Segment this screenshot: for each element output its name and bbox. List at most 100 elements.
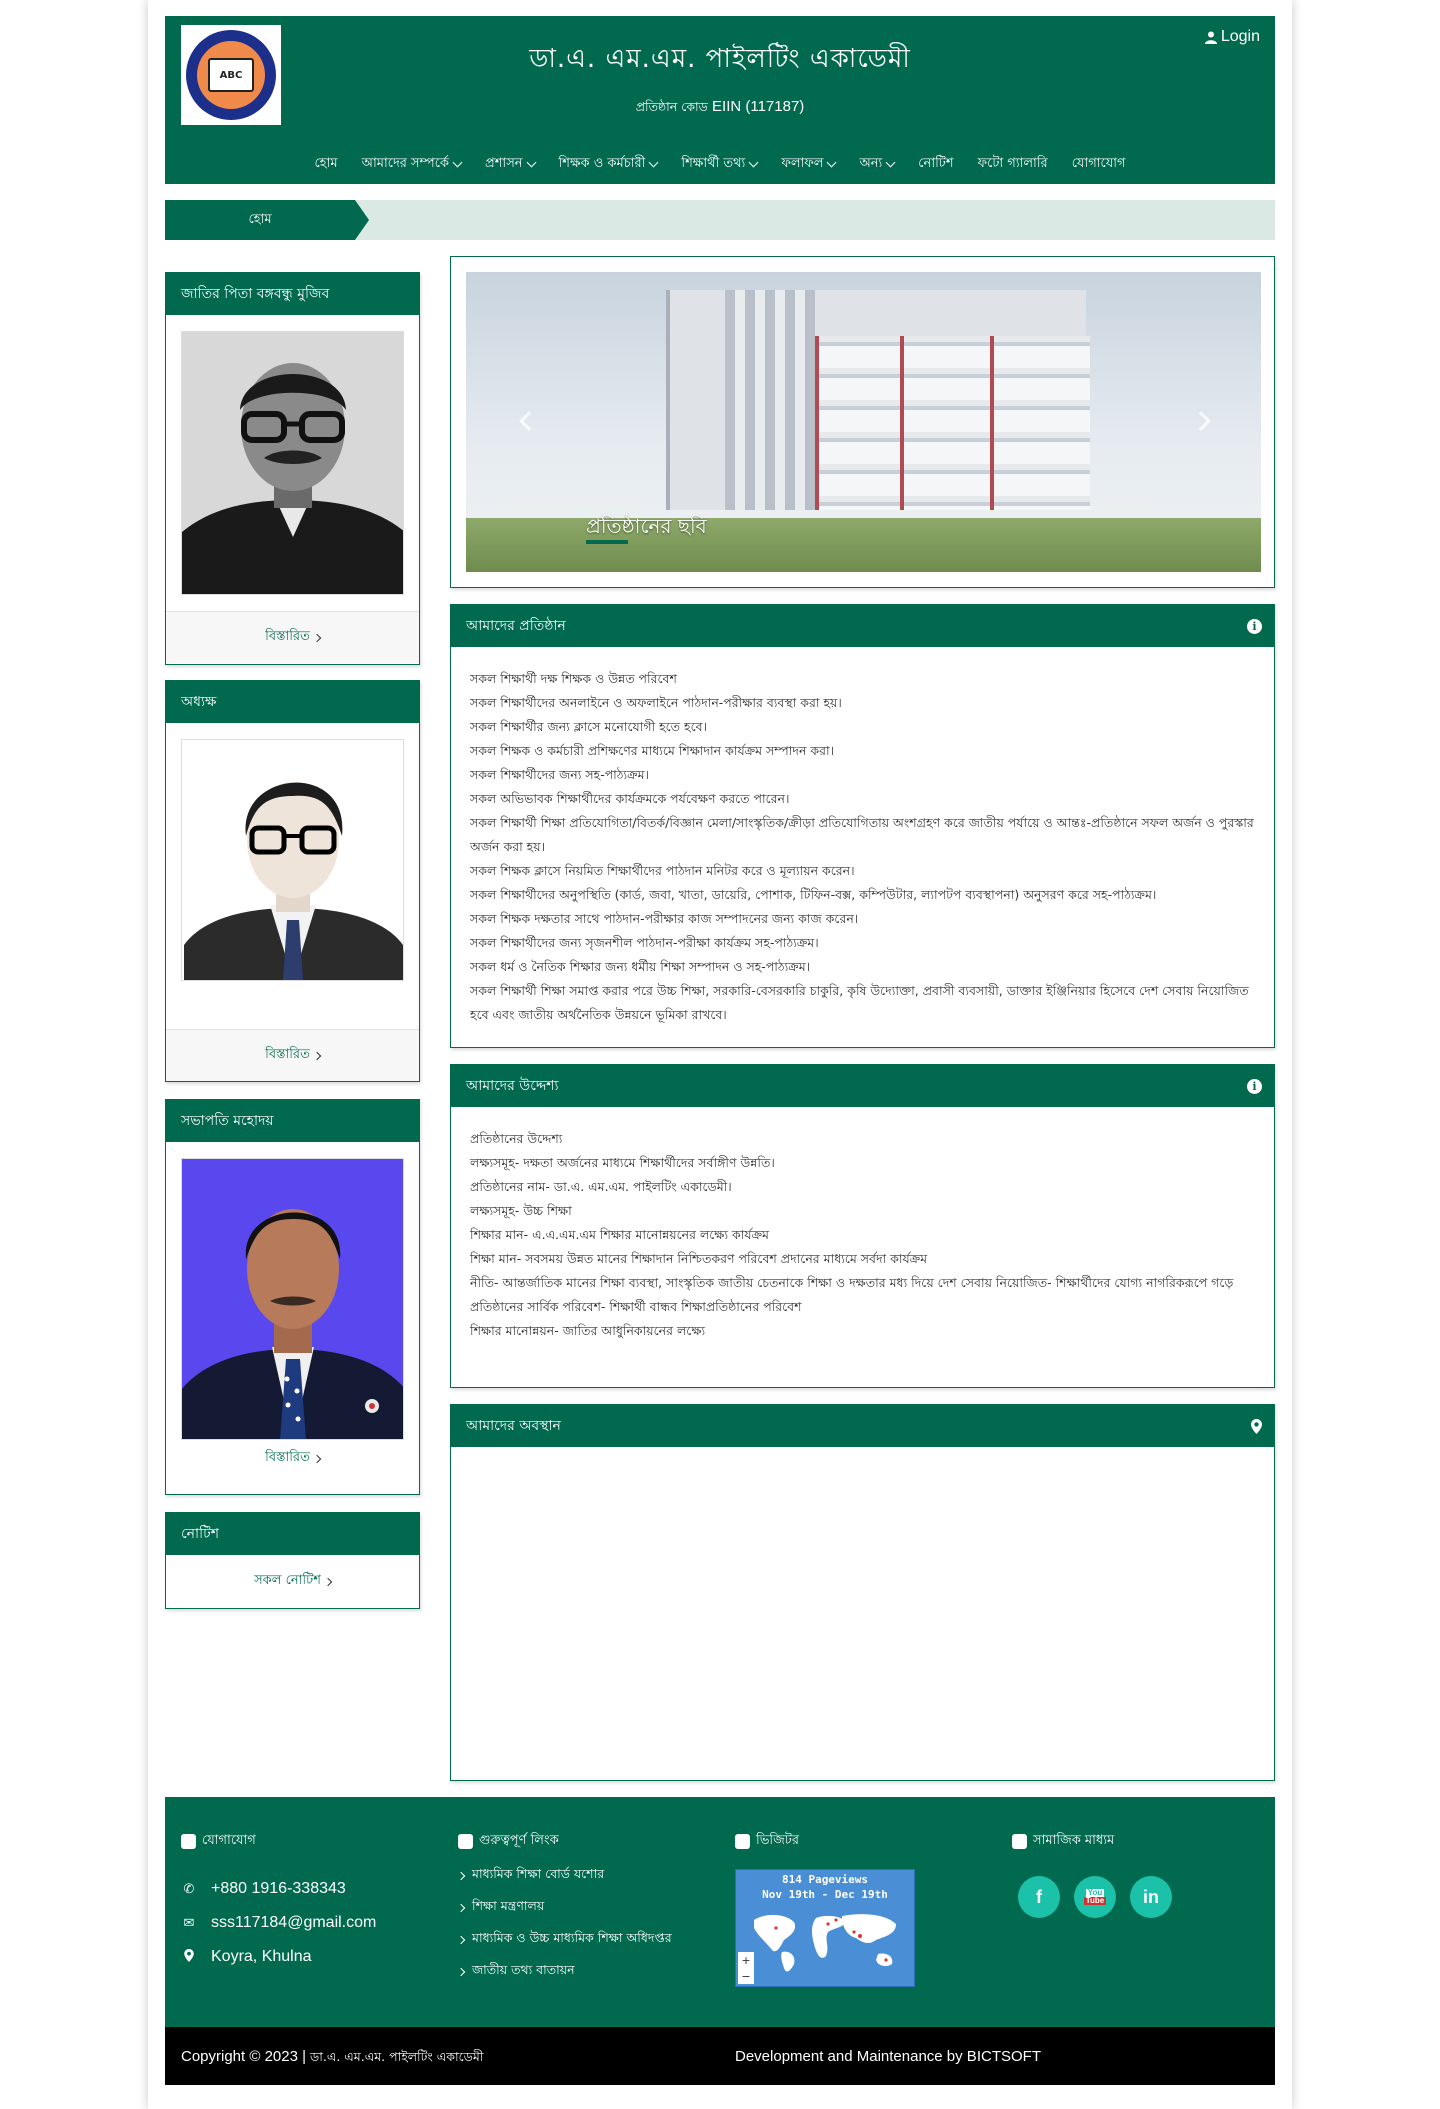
list-item: সকল শিক্ষার্থী শিক্ষা সমাপ্ত করার পরে উচ… (470, 983, 1249, 1022)
notice-box: নোটিশ সকল নোটিশ (165, 1512, 420, 1609)
objective-box: আমাদের উদ্দেশ্য i প্রতিষ্ঠানের উদ্দেশ্য ল… (450, 1064, 1275, 1388)
footer-link-2[interactable]: মাধ্যমিক ও উচ্চ মাধ্যমিক শিক্ষা অধিদপ্তর (456, 1930, 672, 1950)
location-box: আমাদের অবস্থান (450, 1404, 1275, 1781)
contact-title: যোগাযোগ (202, 1833, 256, 1848)
pageviews-range: Nov 19th - Dec 19th (762, 1888, 888, 1901)
checkbox-icon (1012, 1834, 1027, 1849)
all-notices-link[interactable]: সকল নোটিশ (254, 1571, 333, 1592)
nav-item-7[interactable]: নোটিশ (918, 154, 953, 175)
list-item: সকল শিক্ষার্থীর জন্য ক্লাসে মনোযোগী হতে … (470, 719, 708, 734)
list-item: শিক্ষার মানোন্নয়ন- জাতির আধুনিকায়নের ল… (470, 1323, 706, 1338)
code-label: প্রতিষ্ঠান কোড (635, 99, 708, 114)
list-item: প্রতিষ্ঠানের সার্বিক পরিবেশ- শিক্ষার্থী … (470, 1299, 802, 1314)
chevron-right-icon (312, 1454, 322, 1463)
notice-more-row: সকল নোটিশ (166, 1571, 419, 1592)
list-item: লক্ষ্যসমূহ- দক্ষতা অর্জনের মাধ্যমে শিক্ষ… (470, 1155, 775, 1170)
youtube-icon[interactable]: You Tube (1074, 1876, 1116, 1918)
nav-item-4[interactable]: শিক্ষার্থী তথ্য (681, 154, 759, 175)
principal-more-row: বিস্তারিত (166, 1029, 419, 1081)
list-item: সকল অভিভাবক শিক্ষার্থীদের কার্যক্রমকে পর… (470, 791, 790, 806)
objective-header: আমাদের উদ্দেশ্য i (451, 1065, 1274, 1107)
zoom-out-icon[interactable]: − (741, 1970, 750, 1983)
footer-links: গুরুত্বপূর্ণ লিংক মাধ্যমিক শিক্ষা বোর্ড … (456, 1831, 672, 1982)
social-title: সামাজিক মাধ্যম (1033, 1833, 1115, 1848)
list-item: সকল শিক্ষার্থী শিক্ষা প্রতিযোগিতা/বিতর্ক… (470, 815, 1254, 854)
father-more-row: বিস্তারিত (166, 611, 419, 663)
chevron-right-icon (456, 1935, 466, 1945)
nav-item-3[interactable]: শিক্ষক ও কর্মচারী (559, 154, 659, 175)
list-item: সকল শিক্ষার্থীদের অনলাইনে ও অফলাইনে পাঠদ… (470, 695, 842, 710)
chevron-down-icon (885, 157, 896, 168)
breadcrumb: হোম (165, 200, 1275, 240)
institution-list: সকল শিক্ষার্থী দক্ষ শিক্ষক ও উন্নত পরিবে… (451, 647, 1274, 1027)
user-icon (1204, 31, 1217, 44)
nav-item-1[interactable]: আমাদের সম্পর্কে (362, 154, 463, 175)
list-item: সকল শিক্ষক ক্লাসে নিয়মিত শিক্ষার্থীদের … (470, 863, 855, 878)
nav-item-2[interactable]: প্রশাসন (485, 154, 536, 175)
nav-item-9[interactable]: যোগাযোগ (1072, 154, 1126, 175)
president-more-link[interactable]: বিস্তারিত (265, 1448, 322, 1469)
links-title: গুরুত্বপূর্ণ লিংক (479, 1833, 559, 1848)
chevron-right-icon (323, 1577, 333, 1586)
school-building-image (666, 290, 1090, 510)
footer-link-3[interactable]: জাতীয় তথ্য বাতায়ন (456, 1962, 672, 1982)
pageviews-count: 814 Pageviews (781, 1873, 869, 1886)
world-map-icon (754, 1914, 896, 1972)
list-item: সকল শিক্ষার্থী দক্ষ শিক্ষক ও উন্নত পরিবে… (470, 671, 677, 686)
president-photo (181, 1158, 404, 1440)
nav-item-8[interactable]: ফটো গ্যালারি (978, 154, 1048, 175)
phone-row[interactable]: ✆ +880 1916-338343 (181, 1880, 376, 1898)
chevron-down-icon (648, 157, 659, 168)
father-photo (181, 331, 404, 595)
linkedin-icon[interactable]: in (1130, 1876, 1172, 1918)
father-more-link[interactable]: বিস্তারিত (265, 627, 322, 648)
nav-item-5[interactable]: ফলাফল (781, 154, 837, 175)
nav-item-6[interactable]: অন্য (859, 154, 896, 175)
list-item: সকল শিক্ষার্থীদের জন্য সৃজনশীল পাঠদান-পর… (470, 935, 819, 950)
nav-item-0[interactable]: হোম (314, 154, 337, 175)
developer-credit[interactable]: Development and Maintenance by BICTSOFT (735, 2048, 1041, 2065)
footer-link-0[interactable]: মাধ্যমিক শিক্ষা বোর্ড যশোর (456, 1866, 672, 1886)
president-box-title: সভাপতি মহোদয় (166, 1100, 419, 1142)
list-item: সকল শিক্ষক দক্ষতার সাথে পাঠদান-পরীক্ষার … (470, 911, 859, 926)
checkbox-icon (735, 1834, 750, 1849)
login-link[interactable]: Login (1204, 28, 1260, 46)
father-of-nation-box: জাতির পিতা বঙ্গবন্ধু মুজিব বিস্তারিত (165, 272, 420, 665)
list-item: প্রতিষ্ঠানের নাম- ডা.এ. এম.এম. পাইলটিং এ… (470, 1179, 732, 1194)
envelope-icon: ✉ (183, 1915, 195, 1930)
principal-box-title: অধ্যক্ষ (166, 681, 419, 723)
list-item: প্রতিষ্ঠানের উদ্দেশ্য (470, 1131, 563, 1146)
chevron-down-icon (748, 157, 759, 168)
list-item: শিক্ষার মান- এ.এ.এম.এম শিক্ষার মানোন্নয়… (470, 1227, 770, 1242)
chevron-down-icon (452, 157, 463, 168)
footer-link-1[interactable]: শিক্ষা মন্ত্রণালয় (456, 1898, 672, 1918)
president-more-row: বিস্তারিত (166, 1448, 419, 1469)
facebook-icon[interactable]: f (1018, 1876, 1060, 1918)
objective-title: আমাদের উদ্দেশ্য (466, 1078, 559, 1094)
father-box-title: জাতির পিতা বঙ্গবন্ধু মুজিব (166, 273, 419, 315)
zoom-in-icon[interactable]: + (741, 1954, 750, 1967)
president-box: সভাপতি মহোদয় বিস্তারিত (165, 1099, 420, 1495)
image-slider[interactable]: প্রতিষ্ঠানের ছবি (466, 272, 1261, 572)
main-nav: হোম আমাদের সম্পর্কে প্রশাসন শিক্ষক ও কর্মচা… (165, 154, 1275, 175)
principal-avatar (181, 739, 404, 981)
visitor-counter-map[interactable]: 814 Pageviews Nov 19th - Dec 19th + − (735, 1869, 915, 1987)
copyright-text: Copyright © 2023 | ডা.এ. এম.এম. পাইলটিং … (181, 2048, 483, 2069)
copyright-school-name[interactable]: ডা.এ. এম.এম. পাইলটিং একাডেমী (310, 2049, 483, 2069)
location-header: আমাদের অবস্থান (451, 1405, 1274, 1447)
map-zoom-controls[interactable]: + − (738, 1952, 754, 1984)
footer-visitor: ভিজিটর 814 Pageviews Nov 19th - Dec 19th… (735, 1831, 925, 1987)
map-marker-icon (181, 1949, 197, 1965)
slide-indicator[interactable] (586, 540, 628, 544)
breadcrumb-home[interactable]: হোম (165, 200, 355, 240)
list-item: লক্ষ্যসমূহ- উচ্চ শিক্ষা (470, 1203, 572, 1218)
email-row[interactable]: ✉ sss117184@gmail.com (181, 1914, 377, 1932)
copyright-bar: Copyright © 2023 | ডা.এ. এম.এম. পাইলটিং … (165, 2027, 1275, 2085)
principal-more-link[interactable]: বিস্তারিত (265, 1045, 322, 1066)
chevron-right-icon (456, 1903, 466, 1913)
slider-box: প্রতিষ্ঠানের ছবি (450, 256, 1275, 588)
map-embed[interactable] (451, 1447, 1274, 1780)
list-item: সকল শিক্ষক ও কর্মচারী প্রশিক্ষণের মাধ্যম… (470, 743, 835, 758)
principal-box: অধ্যক্ষ বিস্তারিত (165, 680, 420, 1082)
footer-contact: যোগাযোগ ✆ +880 1916-338343 ✉ sss117184@gma… (181, 1831, 376, 1966)
